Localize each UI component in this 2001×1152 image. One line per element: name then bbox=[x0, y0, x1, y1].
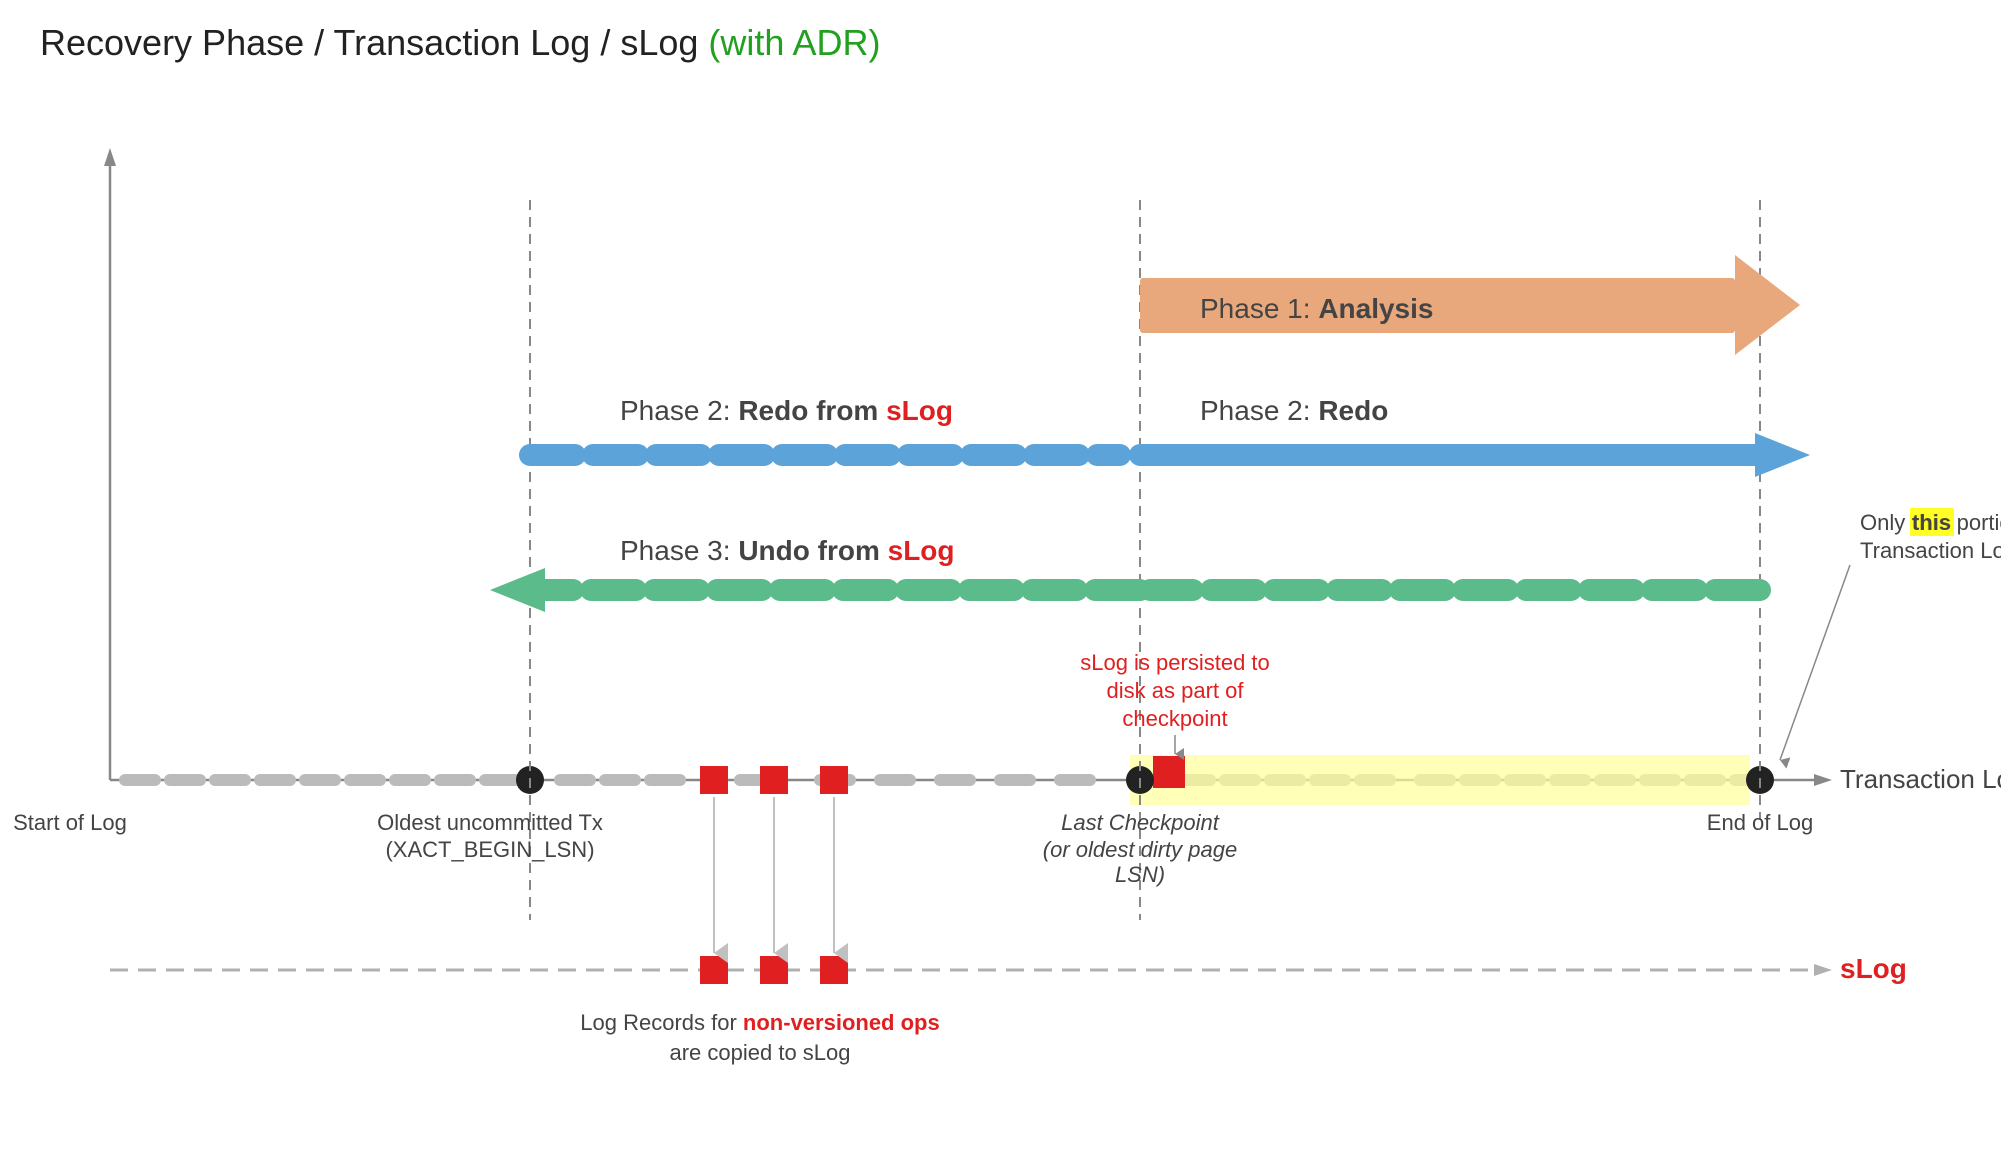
svg-text:Phase 3: Undo from sLog: Phase 3: Undo from sLog bbox=[620, 535, 955, 566]
svg-text:sLog: sLog bbox=[1840, 953, 1907, 984]
svg-text:checkpoint: checkpoint bbox=[1122, 706, 1227, 731]
title-part2: Transaction Log bbox=[334, 22, 591, 63]
svg-text:Start of Log: Start of Log bbox=[13, 810, 127, 835]
svg-text:Phase 1: Analysis: Phase 1: Analysis bbox=[1200, 293, 1433, 324]
title-part1: Recovery Phase bbox=[40, 22, 304, 63]
svg-text:Oldest uncommitted Tx: Oldest uncommitted Tx bbox=[377, 810, 603, 835]
svg-text:Phase 2: Redo from sLog: Phase 2: Redo from sLog bbox=[620, 395, 953, 426]
svg-text:LSN): LSN) bbox=[1115, 862, 1165, 887]
svg-text:Last Checkpoint: Last Checkpoint bbox=[1061, 810, 1220, 835]
svg-text:disk as part of: disk as part of bbox=[1107, 678, 1245, 703]
svg-text:are copied to sLog: are copied to sLog bbox=[669, 1040, 850, 1065]
svg-text:End of Log: End of Log bbox=[1707, 810, 1813, 835]
svg-text:Phase 2: Redo: Phase 2: Redo bbox=[1200, 395, 1388, 426]
svg-text:(XACT_BEGIN_LSN): (XACT_BEGIN_LSN) bbox=[385, 837, 594, 862]
main-container: Recovery Phase / Transaction Log / sLog … bbox=[0, 0, 2001, 1152]
title-adr: (with ADR) bbox=[698, 22, 880, 63]
svg-text:Log Records for non-versioned: Log Records for non-versioned ops bbox=[580, 1010, 939, 1035]
title-sep1: / bbox=[304, 22, 333, 63]
svg-text:this: this bbox=[1912, 510, 1951, 535]
svg-text:Transaction Log is scanned.: Transaction Log is scanned. bbox=[1860, 538, 2001, 563]
title-part3: sLog bbox=[620, 22, 698, 63]
svg-text:sLog is persisted to: sLog is persisted to bbox=[1080, 650, 1270, 675]
transaction-log-label: Transaction Log bbox=[1840, 764, 2001, 794]
svg-text:(or oldest dirty page: (or oldest dirty page bbox=[1043, 837, 1237, 862]
diagram-svg: Phase 1: Analysis Phase 2: Redo from sLo… bbox=[0, 100, 2001, 1152]
page-title: Recovery Phase / Transaction Log / sLog … bbox=[40, 20, 1961, 67]
title-sep2: / bbox=[590, 22, 620, 63]
